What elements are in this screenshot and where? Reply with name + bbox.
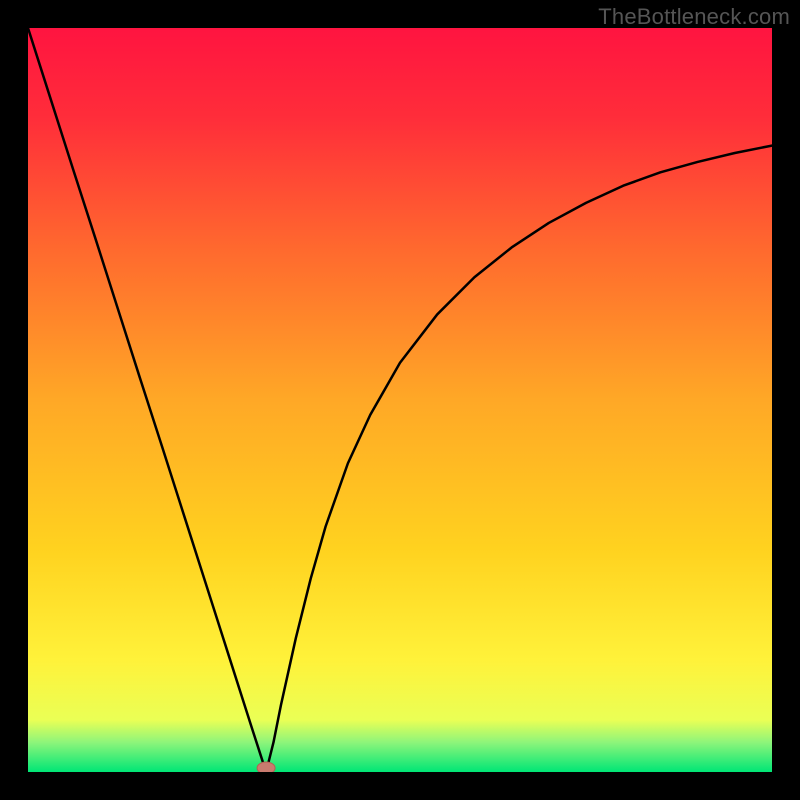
optimal-marker bbox=[257, 762, 275, 772]
chart-frame bbox=[28, 28, 772, 772]
gradient-background bbox=[28, 28, 772, 772]
watermark-text: TheBottleneck.com bbox=[598, 4, 790, 30]
bottleneck-chart bbox=[28, 28, 772, 772]
